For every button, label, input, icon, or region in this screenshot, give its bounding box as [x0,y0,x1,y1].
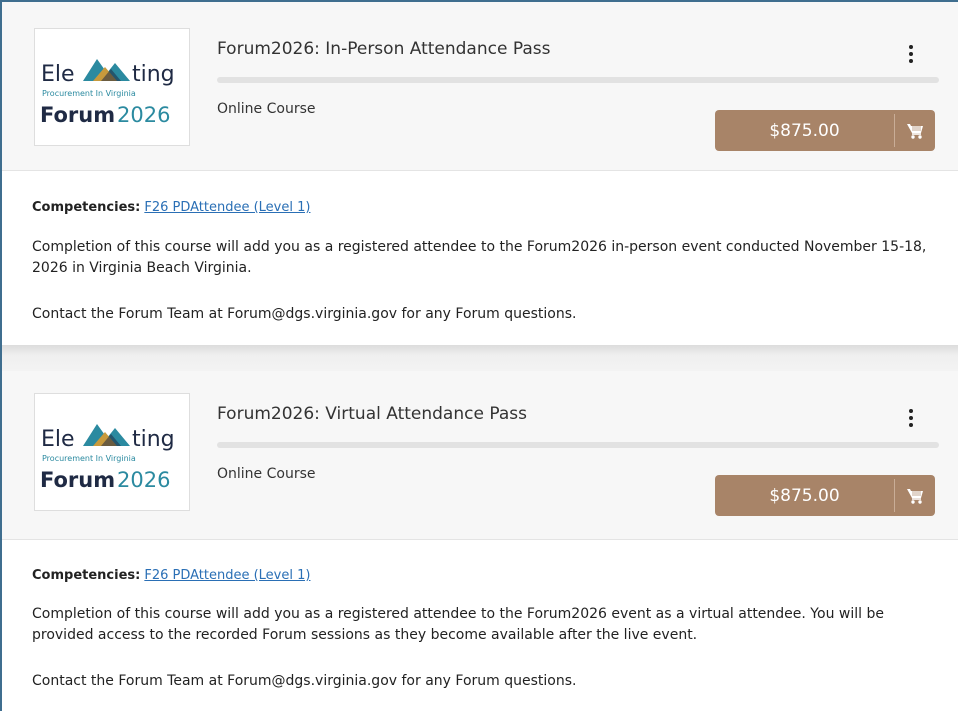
svg-text:Forum: Forum [40,468,115,492]
svg-text:ting: ting [132,427,175,452]
course-description: Completion of this course will add you a… [32,239,927,276]
competencies-row: Competencies: F26 PDAttendee (Level 1) [32,568,310,583]
course-title[interactable]: Forum2026: Virtual Attendance Pass [217,404,527,424]
more-options-button[interactable] [901,404,921,432]
course-card: Ele ting Procurement In Virginia Forum 2… [2,371,958,712]
course-header: Ele ting Procurement In Virginia Forum 2… [2,2,958,171]
card-separator [2,345,958,371]
svg-text:Forum: Forum [40,103,115,127]
course-progress-bar [217,77,939,83]
course-progress-bar [217,442,939,448]
course-contact: Contact the Forum Team at Forum@dgs.virg… [32,673,577,689]
course-contact: Contact the Forum Team at Forum@dgs.virg… [32,306,577,322]
competencies-label: Competencies: [32,200,141,215]
svg-text:Procurement In Virginia: Procurement In Virginia [42,454,136,463]
elevating-logo-image: Ele ting Procurement In Virginia Forum 2… [40,59,175,127]
course-details: Competencies: F26 PDAttendee (Level 1) Co… [2,171,958,345]
svg-text:ting: ting [132,62,175,87]
more-options-button[interactable] [901,40,921,68]
shopping-cart-icon [907,488,923,504]
course-type: Online Course [217,466,316,482]
svg-text:2026: 2026 [117,103,170,127]
course-title[interactable]: Forum2026: In-Person Attendance Pass [217,39,550,59]
course-card: Ele ting Procurement In Virginia Forum 2… [2,2,958,345]
course-logo: Ele ting Procurement In Virginia Forum 2… [34,28,190,146]
svg-text:Ele: Ele [41,427,75,452]
elevating-logo-image: Ele ting Procurement In Virginia Forum 2… [40,424,175,492]
course-header: Ele ting Procurement In Virginia Forum 2… [2,371,958,540]
course-logo: Ele ting Procurement In Virginia Forum 2… [34,393,190,511]
svg-text:2026: 2026 [117,468,170,492]
course-type: Online Course [217,101,316,117]
competency-link[interactable]: F26 PDAttendee (Level 1) [144,200,310,215]
course-description: Completion of this course will add you a… [32,606,884,643]
price-label: $875.00 [769,120,840,141]
course-details: Competencies: F26 PDAttendee (Level 1) Co… [2,540,958,712]
price-label: $875.00 [769,485,840,506]
add-to-cart-button[interactable]: $875.00 [715,110,935,151]
cart-icon-wrap [895,110,935,151]
svg-text:Ele: Ele [41,62,75,87]
cart-icon-wrap [895,475,935,516]
competency-link[interactable]: F26 PDAttendee (Level 1) [144,568,310,583]
svg-text:Procurement In Virginia: Procurement In Virginia [42,89,136,98]
kebab-menu-icon [909,45,913,49]
add-to-cart-button[interactable]: $875.00 [715,475,935,516]
competencies-row: Competencies: F26 PDAttendee (Level 1) [32,200,310,215]
competencies-label: Competencies: [32,568,141,583]
kebab-menu-icon [909,409,913,413]
shopping-cart-icon [907,123,923,139]
